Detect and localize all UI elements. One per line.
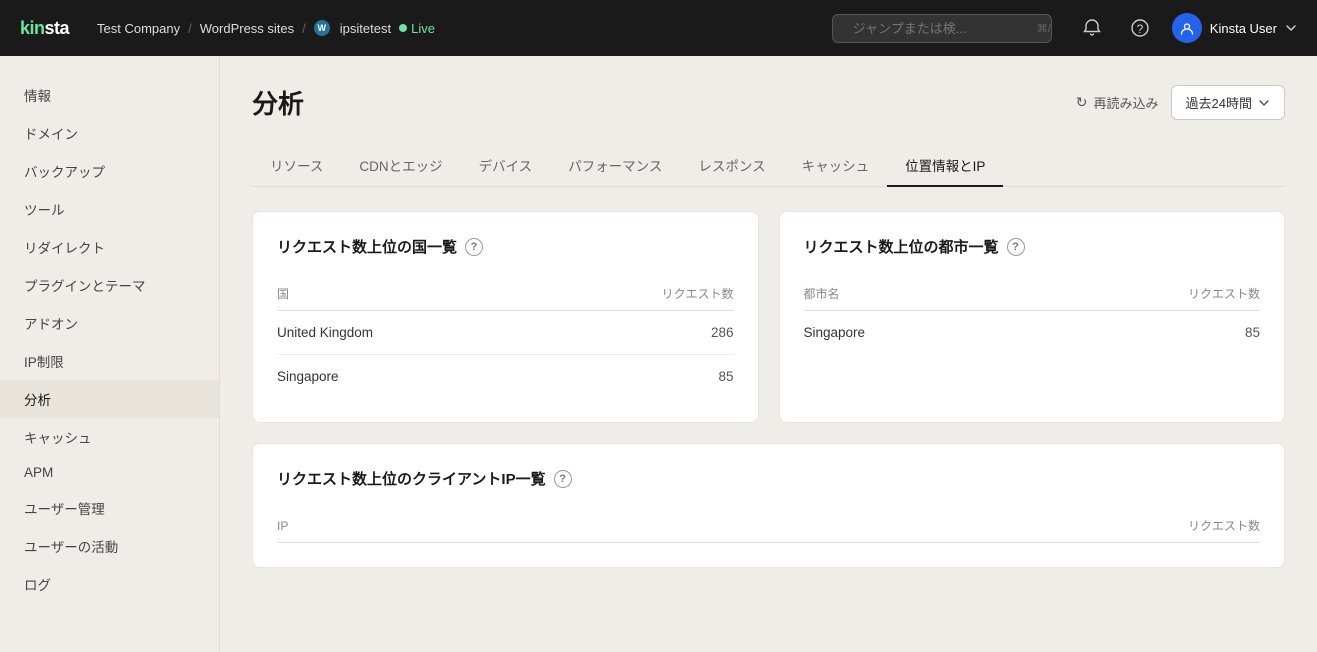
avatar	[1172, 13, 1202, 43]
ip-help-icon[interactable]: ?	[554, 470, 572, 488]
sidebar-item-logs[interactable]: ログ	[0, 565, 219, 603]
page-header: 分析 ↻ 再読み込み 過去24時間	[252, 84, 1285, 121]
country-requests: 85	[538, 355, 734, 399]
ip-requests-header: リクエスト数	[411, 509, 1260, 543]
page-title: 分析	[252, 84, 304, 121]
sidebar-item-backup[interactable]: バックアップ	[0, 152, 219, 190]
table-row: Singapore 85	[804, 311, 1261, 355]
top-cards-row: リクエスト数上位の国一覧 ? 国 リクエスト数 United Kingd	[252, 211, 1285, 423]
sidebar: 情報 ドメイン バックアップ ツール リダイレクト プラグインとテーマ アドオン…	[0, 56, 220, 652]
country-name: Singapore	[277, 355, 538, 399]
sidebar-item-info[interactable]: 情報	[0, 76, 219, 114]
time-filter-button[interactable]: 過去24時間	[1171, 85, 1285, 120]
sidebar-item-domain[interactable]: ドメイン	[0, 114, 219, 152]
main-content: 分析 ↻ 再読み込み 過去24時間 リソース CDNとエッジ デバイス パフォー…	[220, 56, 1317, 652]
city-card-title: リクエスト数上位の都市一覧 ?	[804, 236, 1261, 257]
ip-col-header: IP	[277, 509, 411, 543]
tab-devices[interactable]: デバイス	[461, 145, 551, 187]
reload-label: 再読み込み	[1094, 93, 1159, 112]
tab-resources[interactable]: リソース	[252, 145, 341, 187]
country-requests: 286	[538, 311, 734, 355]
country-table: 国 リクエスト数 United Kingdom 286 Singapore 85	[277, 277, 734, 398]
city-card: リクエスト数上位の都市一覧 ? 都市名 リクエスト数 Singapore	[779, 211, 1286, 423]
ip-card: リクエスト数上位のクライアントIP一覧 ? IP リクエスト数	[252, 443, 1285, 568]
city-col-header: 都市名	[804, 277, 1014, 311]
table-row: Singapore 85	[277, 355, 734, 399]
tab-performance[interactable]: パフォーマンス	[550, 145, 680, 187]
city-table: 都市名 リクエスト数 Singapore 85	[804, 277, 1261, 354]
search-input[interactable]	[853, 21, 1029, 36]
time-filter-label: 過去24時間	[1186, 93, 1252, 112]
search-shortcut: ⌘/	[1037, 22, 1051, 35]
page-actions: ↻ 再読み込み 過去24時間	[1076, 85, 1285, 120]
table-row: United Kingdom 286	[277, 311, 734, 355]
chevron-down-icon	[1258, 97, 1270, 109]
country-requests-header: リクエスト数	[538, 277, 734, 311]
sidebar-item-apm[interactable]: APM	[0, 456, 219, 489]
topnav-icons: ? Kinsta User	[1076, 12, 1297, 44]
sidebar-item-user-management[interactable]: ユーザー管理	[0, 489, 219, 527]
tab-response[interactable]: レスポンス	[680, 145, 783, 187]
top-navigation: kinsta Test Company / WordPress sites / …	[0, 0, 1317, 56]
sidebar-item-ip-restriction[interactable]: IP制限	[0, 342, 219, 380]
sidebar-item-addons[interactable]: アドオン	[0, 304, 219, 342]
tab-cache[interactable]: キャッシュ	[784, 145, 888, 187]
breadcrumb-sep1: /	[188, 21, 192, 36]
live-status-badge: Live	[399, 21, 435, 36]
user-name: Kinsta User	[1210, 21, 1277, 36]
country-name: United Kingdom	[277, 311, 538, 355]
breadcrumb-sep2: /	[302, 21, 306, 36]
tab-geo[interactable]: 位置情報とIP	[887, 145, 1003, 187]
sidebar-item-redirect[interactable]: リダイレクト	[0, 228, 219, 266]
ip-card-title: リクエスト数上位のクライアントIP一覧 ?	[277, 468, 1260, 489]
wordpress-sites-link[interactable]: WordPress sites	[200, 21, 294, 36]
live-dot-icon	[399, 24, 407, 32]
svg-text:?: ?	[1136, 22, 1143, 36]
country-help-icon[interactable]: ?	[465, 238, 483, 256]
city-help-icon[interactable]: ?	[1007, 238, 1025, 256]
tab-cdn[interactable]: CDNとエッジ	[341, 145, 460, 187]
city-requests-header: リクエスト数	[1014, 277, 1260, 311]
wp-icon: W	[314, 20, 330, 36]
country-col-header: 国	[277, 277, 538, 311]
country-card: リクエスト数上位の国一覧 ? 国 リクエスト数 United Kingd	[252, 211, 759, 423]
site-name[interactable]: ipsitetest	[340, 21, 391, 36]
sidebar-item-user-activity[interactable]: ユーザーの活動	[0, 527, 219, 565]
app-layout: 情報 ドメイン バックアップ ツール リダイレクト プラグインとテーマ アドオン…	[0, 56, 1317, 652]
ip-table: IP リクエスト数	[277, 509, 1260, 543]
sidebar-item-plugins[interactable]: プラグインとテーマ	[0, 266, 219, 304]
notifications-button[interactable]	[1076, 12, 1108, 44]
sidebar-item-cache[interactable]: キャッシュ	[0, 418, 219, 456]
global-search[interactable]: ⌘/	[832, 14, 1052, 43]
kinsta-logo: kinsta	[20, 18, 69, 39]
city-name: Singapore	[804, 311, 1014, 355]
city-requests: 85	[1014, 311, 1260, 355]
breadcrumb: Test Company / WordPress sites / W ipsit…	[97, 20, 435, 36]
sidebar-item-analytics[interactable]: 分析	[0, 380, 219, 418]
company-name[interactable]: Test Company	[97, 21, 180, 36]
user-menu[interactable]: Kinsta User	[1172, 13, 1297, 43]
chevron-down-icon	[1285, 22, 1297, 34]
reload-button[interactable]: ↻ 再読み込み	[1076, 93, 1159, 112]
country-card-title: リクエスト数上位の国一覧 ?	[277, 236, 734, 257]
reload-icon: ↻	[1076, 94, 1088, 111]
analytics-tabs: リソース CDNとエッジ デバイス パフォーマンス レスポンス キャッシュ 位置…	[252, 145, 1285, 187]
help-button[interactable]: ?	[1124, 12, 1156, 44]
sidebar-item-tools[interactable]: ツール	[0, 190, 219, 228]
